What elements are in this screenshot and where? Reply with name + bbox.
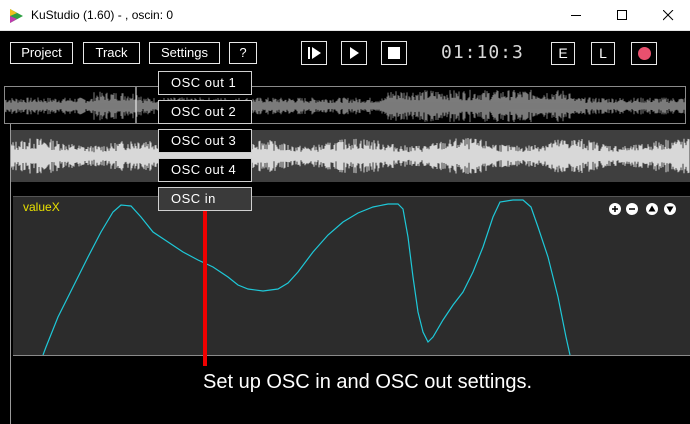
maximize-button[interactable] bbox=[599, 0, 645, 31]
app-icon bbox=[10, 9, 23, 23]
stop-icon bbox=[388, 47, 400, 59]
help-button[interactable]: ? bbox=[229, 42, 257, 64]
window-title: KuStudio (1.60) - , oscin: 0 bbox=[31, 8, 174, 22]
minimize-button[interactable] bbox=[553, 0, 599, 31]
minimize-icon bbox=[571, 15, 581, 16]
zoom-in-icon[interactable] bbox=[609, 203, 621, 215]
stop-button[interactable] bbox=[381, 41, 407, 65]
close-button[interactable] bbox=[645, 0, 690, 31]
zoom-out-icon[interactable] bbox=[626, 203, 638, 215]
app-client-area: Project Track Settings ? 01:10:3 E L val… bbox=[0, 31, 690, 424]
overview-waveform-graphic bbox=[5, 87, 685, 123]
record-icon bbox=[638, 47, 651, 60]
menu-item-osc-out-1[interactable]: OSC out 1 bbox=[158, 71, 252, 95]
track-waveform[interactable] bbox=[11, 130, 690, 182]
tutorial-caption: Set up OSC in and OSC out settings. bbox=[203, 371, 533, 393]
overview-waveform[interactable] bbox=[4, 86, 686, 124]
record-button[interactable] bbox=[631, 42, 657, 65]
close-icon bbox=[663, 10, 674, 21]
loop-mode-button[interactable]: L bbox=[591, 42, 615, 65]
scroll-down-icon[interactable] bbox=[664, 203, 676, 215]
play-from-start-icon bbox=[308, 47, 321, 59]
track-button[interactable]: Track bbox=[83, 42, 140, 64]
track-waveform-graphic bbox=[11, 138, 690, 174]
maximize-icon bbox=[617, 10, 627, 20]
graph-baseline bbox=[13, 355, 690, 356]
value-graph[interactable]: valueX bbox=[13, 196, 690, 356]
playhead-marker bbox=[203, 208, 207, 366]
timeline-left-border bbox=[10, 124, 11, 424]
play-from-start-button[interactable] bbox=[301, 41, 327, 65]
value-curve bbox=[42, 199, 571, 356]
project-button[interactable]: Project bbox=[10, 42, 73, 64]
menu-item-osc-out-3[interactable]: OSC out 3 bbox=[158, 129, 252, 153]
time-display: 01:10:3 bbox=[441, 42, 524, 63]
edit-mode-button[interactable]: E bbox=[551, 42, 575, 65]
play-button[interactable] bbox=[341, 41, 367, 65]
title-bar: KuStudio (1.60) - , oscin: 0 bbox=[0, 0, 690, 31]
menu-item-osc-in[interactable]: OSC in bbox=[158, 187, 252, 211]
settings-button[interactable]: Settings bbox=[149, 42, 220, 64]
menu-item-osc-out-2[interactable]: OSC out 2 bbox=[158, 100, 252, 124]
play-icon bbox=[350, 47, 359, 59]
graph-label: valueX bbox=[23, 200, 60, 214]
scroll-up-icon[interactable] bbox=[646, 203, 658, 215]
menu-item-osc-out-4[interactable]: OSC out 4 bbox=[158, 158, 252, 182]
